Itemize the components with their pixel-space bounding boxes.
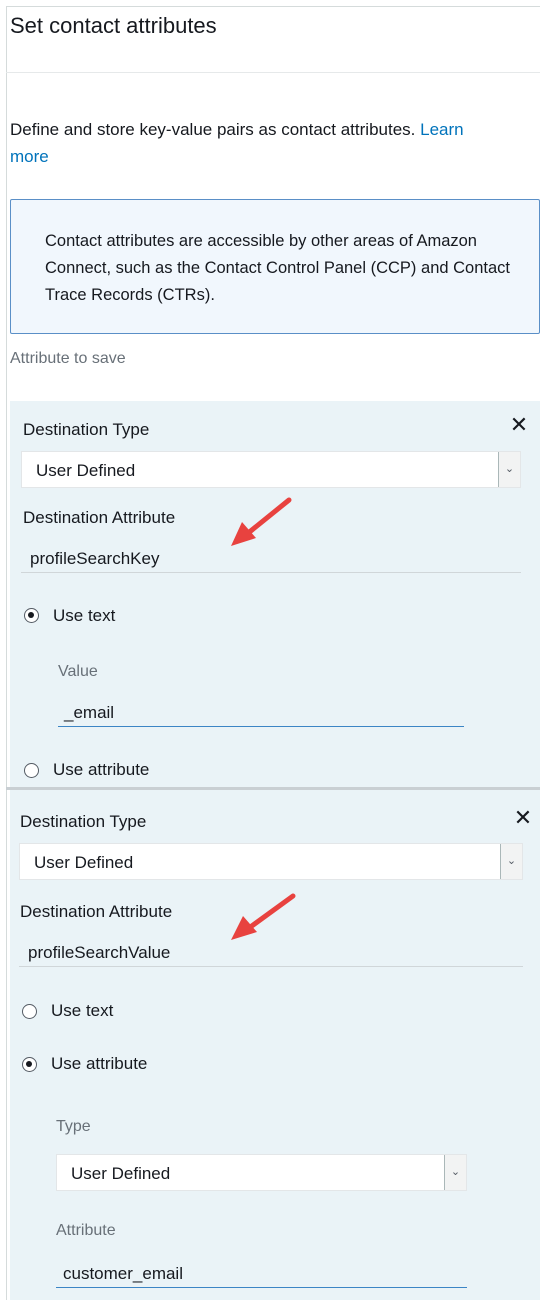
type-label: Type: [56, 1118, 91, 1135]
attribute-block-2: Destination Type ✕ User Defined ⌄ Destin…: [10, 790, 540, 1300]
description: Define and store key-value pairs as cont…: [10, 116, 520, 170]
value-input[interactable]: _email: [64, 703, 114, 723]
value-label: Value: [58, 663, 98, 680]
attribute-to-save-label: Attribute to save: [10, 350, 126, 367]
destination-attribute-input[interactable]: profileSearchValue: [28, 943, 170, 963]
use-text-label: Use text: [51, 1001, 114, 1020]
chevron-down-icon: ⌄: [444, 1155, 466, 1190]
use-text-radio[interactable]: [22, 1004, 37, 1019]
destination-type-label: Destination Type: [20, 812, 147, 831]
destination-attribute-input[interactable]: profileSearchKey: [30, 549, 159, 569]
attribute-input[interactable]: customer_email: [63, 1264, 183, 1284]
use-attribute-label: Use attribute: [51, 1054, 148, 1073]
attribute-block-1: Destination Type ✕ User Defined ⌄ Destin…: [10, 401, 540, 787]
chevron-down-icon: ⌄: [500, 844, 522, 879]
info-alert-text: Contact attributes are accessible by oth…: [45, 232, 510, 304]
destination-type-select[interactable]: User Defined ⌄: [21, 451, 521, 488]
destination-attribute-label: Destination Attribute: [20, 902, 173, 921]
destination-type-label: Destination Type: [23, 420, 150, 439]
destination-type-value: User Defined: [36, 461, 136, 480]
destination-type-select[interactable]: User Defined ⌄: [19, 843, 523, 880]
value-underline: [58, 726, 464, 727]
use-attribute-label: Use attribute: [53, 760, 150, 779]
info-alert: Contact attributes are accessible by oth…: [10, 199, 540, 334]
use-attribute-radio[interactable]: [22, 1057, 37, 1072]
attribute-underline: [56, 1287, 467, 1288]
destination-type-value: User Defined: [34, 853, 134, 872]
destination-attribute-underline: [21, 572, 521, 573]
destination-attribute-underline: [19, 966, 523, 967]
type-select[interactable]: User Defined ⌄: [56, 1154, 467, 1191]
use-text-label: Use text: [53, 606, 116, 625]
attribute-label: Attribute: [56, 1222, 116, 1239]
type-value: User Defined: [71, 1164, 171, 1183]
close-icon[interactable]: ✕: [507, 413, 531, 437]
description-text: Define and store key-value pairs as cont…: [10, 120, 416, 139]
close-icon[interactable]: ✕: [511, 806, 535, 830]
use-text-radio[interactable]: [24, 608, 39, 623]
page-title: Set contact attributes: [10, 13, 217, 38]
red-arrow-icon: [231, 497, 292, 546]
destination-attribute-label: Destination Attribute: [23, 508, 176, 527]
chevron-down-icon: ⌄: [498, 452, 520, 487]
red-arrow-icon: [231, 893, 296, 940]
use-attribute-radio[interactable]: [24, 763, 39, 778]
title-divider: [6, 72, 540, 73]
